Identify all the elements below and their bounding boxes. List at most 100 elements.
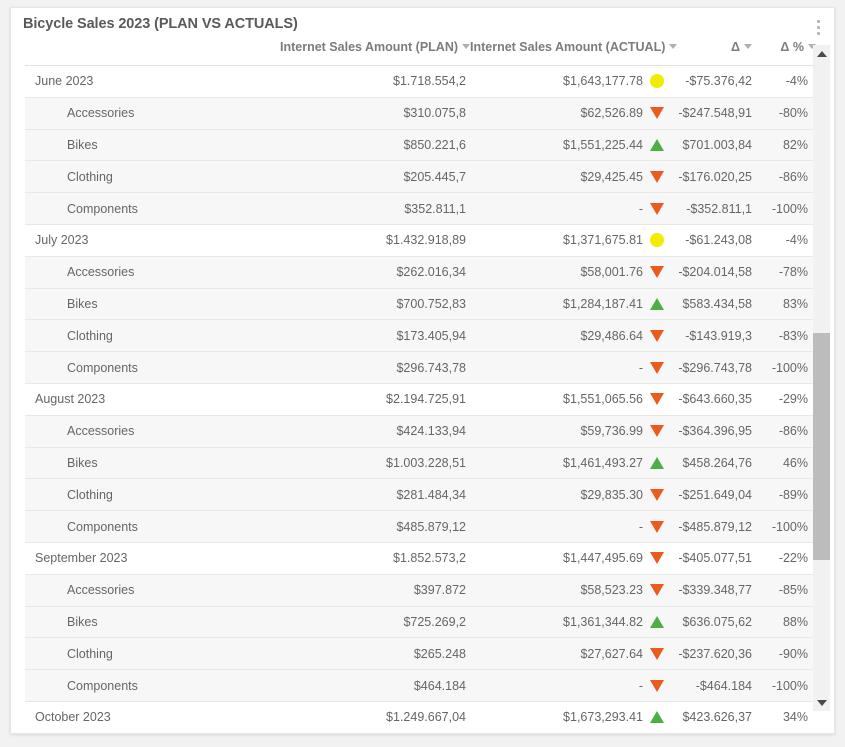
cell-actual-value: $1,371,675.81 [563, 233, 643, 248]
table-row[interactable]: Components $464.184 - -$464.184 -100% [25, 669, 818, 702]
column-header-delta-percent-label: Δ % [780, 40, 804, 54]
cell-plan: $1.852.573,2 [278, 542, 468, 575]
chevron-down-icon[interactable] [744, 44, 752, 49]
cell-delta: -$296.743,78 [674, 351, 754, 384]
table-row[interactable]: July 2023 $1.432.918,89 $1,371,675.81 -$61.… [25, 224, 818, 257]
kebab-vertical-icon[interactable] [810, 14, 826, 40]
table-row[interactable]: Bikes $725.269,2 $1,361,344.82 $636.075,62 8… [25, 606, 818, 639]
cell-actual-content: $1,673,293.41 [470, 710, 674, 724]
column-header-delta-label: Δ [731, 40, 740, 54]
cell-actual-content: - [470, 520, 674, 534]
cell-delta: -$75.376,42 [674, 65, 754, 98]
cell-delta-percent: 88% [754, 606, 818, 639]
triangle-down-icon [650, 424, 664, 438]
column-header-delta[interactable]: Δ [674, 40, 754, 66]
table-row[interactable]: September 2023 $1.852.573,2 $1,447,495.69 -… [25, 542, 818, 575]
triangle-down-icon [650, 361, 664, 375]
cell-actual-value: - [638, 201, 643, 216]
table-row[interactable]: Bikes $850.221,6 $1,551,225.44 $701.003,84 8… [25, 129, 818, 162]
cell-actual-value: $1,361,344.82 [563, 614, 643, 629]
cell-actual-value: $29,425.45 [580, 169, 643, 184]
circle-status-icon [650, 74, 664, 89]
cell-actual-content: $1,643,177.78 [470, 74, 674, 89]
scroll-up-button[interactable] [813, 45, 830, 62]
column-header-plan[interactable]: Internet Sales Amount (PLAN) [278, 40, 471, 66]
column-header-delta-percent[interactable]: Δ % [754, 40, 818, 66]
cell-actual: $1,673,293.41 [468, 701, 674, 733]
cell-actual: $1,461,493.27 [468, 447, 674, 480]
cell-name: Bikes [25, 606, 278, 639]
table-row[interactable]: Components $296.743,78 - -$296.743,78 -100% [25, 351, 818, 384]
triangle-up-icon [650, 710, 664, 724]
table-row[interactable]: Accessories $424.133,94 $59,736.99 -$364.39… [25, 415, 818, 448]
cell-plan: $850.221,6 [278, 129, 468, 162]
vertical-scrollbar[interactable] [813, 45, 830, 711]
cell-name: August 2023 [25, 383, 278, 416]
cell-plan: $205.445,7 [278, 160, 468, 194]
cell-delta: -$237.620,36 [674, 637, 754, 671]
cell-delta-percent: -89% [754, 478, 818, 512]
cell-actual-content: $62,526.89 [470, 106, 674, 120]
cell-name: Clothing [25, 637, 278, 671]
cell-actual-content: - [470, 679, 674, 693]
cell-plan: $725.269,2 [278, 606, 468, 639]
cell-delta-percent: 46% [754, 447, 818, 480]
cell-delta: -$364.396,95 [674, 415, 754, 448]
cell-name: Clothing [25, 160, 278, 194]
cell-plan: $1.718.554,2 [278, 65, 468, 98]
table-row[interactable]: Accessories $397.872 $58,523.23 -$339.348,7… [25, 574, 818, 607]
table-row[interactable]: Bikes $700.752,83 $1,284,187.41 $583.434,58… [25, 288, 818, 321]
table-row[interactable]: October 2023 $1.249.667,04 $1,673,293.41 $4… [25, 701, 818, 733]
cell-actual: - [468, 669, 674, 702]
triangle-up-icon [650, 615, 664, 629]
cell-delta-percent: -100% [754, 192, 818, 225]
cell-actual-content: $59,736.99 [470, 424, 674, 438]
cell-actual-content: $1,361,344.82 [470, 615, 674, 629]
cell-plan: $2.194.725,91 [278, 383, 468, 416]
table-row[interactable]: Components $352.811,1 - -$352.811,1 -100% [25, 192, 818, 225]
cell-actual-content: $1,371,675.81 [470, 233, 674, 248]
scrollbar-thumb[interactable] [813, 333, 830, 560]
chevron-down-icon[interactable] [669, 44, 678, 49]
cell-actual: $29,835.30 [468, 478, 674, 512]
cell-delta: $423.626,37 [674, 701, 754, 733]
cell-name: June 2023 [25, 65, 278, 98]
table-row[interactable]: Accessories $310.075,8 $62,526.89 -$247.548… [25, 97, 818, 130]
table-row[interactable]: Bikes $1.003.228,51 $1,461,493.27 $458.264,… [25, 447, 818, 480]
cell-actual-content: $1,447,495.69 [470, 551, 674, 565]
cell-actual-value: $1,643,177.78 [563, 74, 643, 89]
cell-name: Accessories [25, 574, 278, 607]
table-row[interactable]: Accessories $262.016,34 $58,001.76 -$204.01… [25, 256, 818, 289]
cell-delta-percent: -4% [754, 65, 818, 98]
cell-name: Bikes [25, 288, 278, 321]
table-row[interactable]: Clothing $281.484,34 $29,835.30 -$251.649,0… [25, 478, 818, 512]
cell-delta: $701.003,84 [674, 129, 754, 162]
table-row[interactable]: Clothing $265.248 $27,627.64 -$237.620,36 -9… [25, 637, 818, 671]
cell-name: September 2023 [25, 542, 278, 575]
cell-delta-percent: 82% [754, 129, 818, 162]
cell-actual-value: $1,461,493.27 [563, 455, 643, 470]
cell-actual-value: $27,627.64 [580, 646, 643, 661]
table-row[interactable]: Clothing $173.405,94 $29,486.64 -$143.919,3… [25, 319, 818, 353]
cell-actual-content: $1,551,225.44 [470, 138, 674, 152]
scroll-down-button[interactable] [813, 694, 830, 711]
cell-name: Accessories [25, 97, 278, 130]
report-card: Bicycle Sales 2023 (PLAN VS ACTUALS) Int… [10, 7, 835, 734]
table-row[interactable]: August 2023 $2.194.725,91 $1,551,065.56 -$6… [25, 383, 818, 416]
chevron-down-icon[interactable] [462, 44, 471, 49]
cell-plan: $352.811,1 [278, 192, 468, 225]
cell-delta-percent: 83% [754, 288, 818, 321]
cell-delta: -$251.649,04 [674, 478, 754, 512]
column-header-actual[interactable]: Internet Sales Amount (ACTUAL) [468, 40, 678, 66]
cell-delta-percent: -100% [754, 510, 818, 543]
cell-delta: -$339.348,77 [674, 574, 754, 607]
cell-plan: $424.133,94 [278, 415, 468, 448]
column-header-plan-label: Internet Sales Amount (PLAN) [280, 40, 459, 54]
cell-actual-value: $29,835.30 [580, 487, 643, 502]
cell-actual: $29,425.45 [468, 160, 674, 194]
table-row[interactable]: June 2023 $1.718.554,2 $1,643,177.78 -$75.3… [25, 65, 818, 98]
triangle-down-icon [650, 329, 664, 343]
table-row[interactable]: Clothing $205.445,7 $29,425.45 -$176.020,25… [25, 160, 818, 194]
table-row[interactable]: Components $485.879,12 - -$485.879,12 -100% [25, 510, 818, 543]
cell-plan: $265.248 [278, 637, 468, 671]
